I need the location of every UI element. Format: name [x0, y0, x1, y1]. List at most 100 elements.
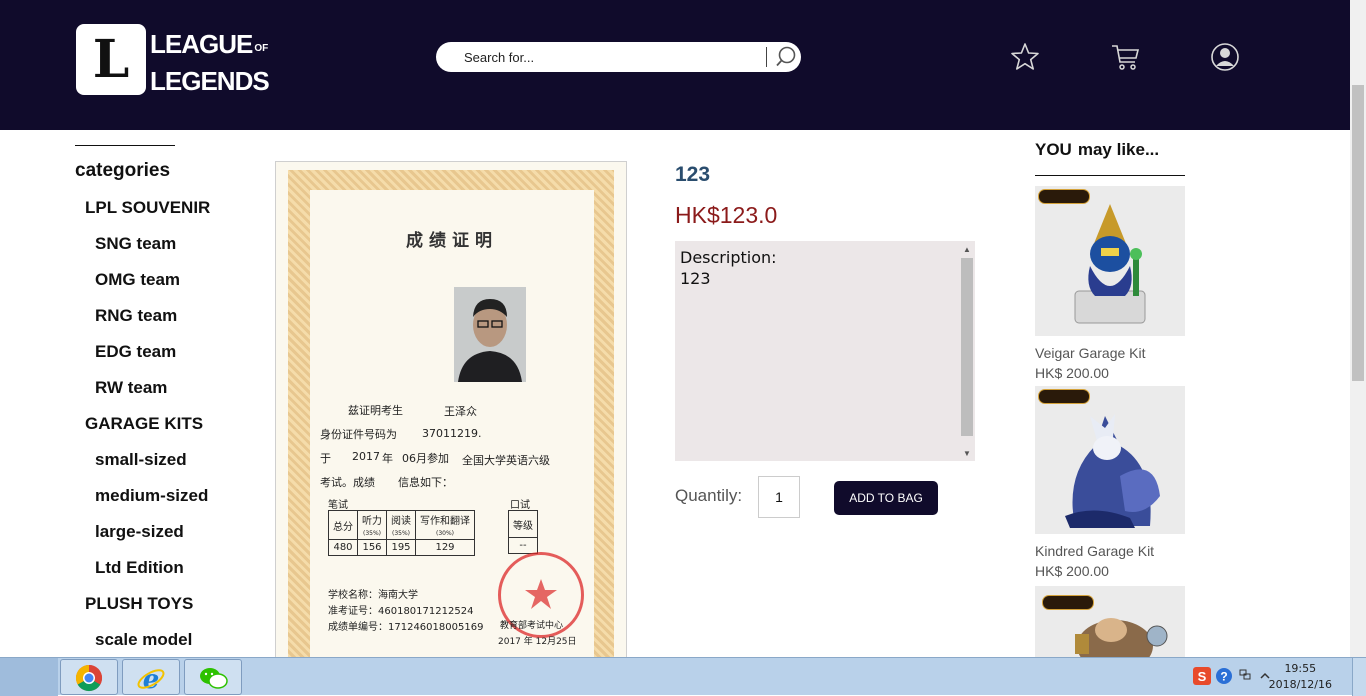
- network-icon[interactable]: [1238, 667, 1252, 685]
- cert-line3-a: 于: [320, 452, 331, 465]
- star-icon[interactable]: [1010, 42, 1040, 72]
- taskbar-app-chrome[interactable]: [60, 659, 118, 695]
- cert-report-number: 成绩单编号：171246018005169: [328, 622, 484, 633]
- show-desktop-button[interactable]: [1352, 658, 1366, 696]
- description-scrollbar[interactable]: ▲ ▼: [959, 241, 975, 461]
- svg-text:S: S: [1198, 669, 1207, 684]
- recommended-product[interactable]: Veigar Garage Kit HK$ 200.00: [1035, 186, 1185, 383]
- cert-line4: 考试。成绩: [320, 476, 375, 489]
- cert-school: 学校名称：海南大学: [328, 590, 418, 601]
- search-icon[interactable]: [774, 45, 798, 69]
- description-body: 123: [680, 269, 711, 288]
- description-scroll-thumb[interactable]: [961, 258, 973, 436]
- taskbar-app-wechat[interactable]: [184, 659, 242, 695]
- recommended-product-image[interactable]: [1035, 386, 1185, 534]
- logo-wordmark: LEAGUE OF LEGENDS: [150, 28, 270, 97]
- sidebar-item-sng-team[interactable]: SNG team: [95, 234, 176, 254]
- scroll-up-arrow-icon[interactable]: ▲: [959, 241, 975, 257]
- logo-line1: LEAGUE: [150, 29, 253, 59]
- sidebar-item-medium-sized[interactable]: medium-sized: [95, 486, 208, 506]
- sogou-input-icon[interactable]: S: [1193, 667, 1211, 685]
- sidebar-item-garage-kits[interactable]: GARAGE KITS: [85, 414, 203, 434]
- sidebar-item-lpl-souvenir[interactable]: LPL SOUVENIR: [85, 198, 210, 218]
- score-total: 480: [328, 539, 358, 556]
- candidate-photo: [454, 287, 526, 382]
- cert-month: 06月参加: [402, 452, 449, 465]
- cert-candidate-name: 王泽众: [444, 405, 477, 418]
- sidebar-divider: [75, 145, 175, 146]
- oral-table: 等级 --: [508, 510, 538, 554]
- product-price: HK$123.0: [675, 202, 778, 228]
- sidebar-item-omg-team[interactable]: OMG team: [95, 270, 180, 290]
- add-to-bag-button[interactable]: ADD TO BAG: [834, 481, 938, 515]
- recommendations-title: YOU may like...: [1035, 140, 1159, 160]
- help-icon[interactable]: ?: [1215, 667, 1233, 685]
- site-logo[interactable]: L LEAGUE OF LEGENDS: [76, 24, 270, 96]
- user-icon[interactable]: [1210, 42, 1240, 72]
- score-table: 总分 听力 (35%) 阅读 (35%) 写作和翻译 (30%) 480 156 19…: [328, 510, 475, 556]
- search-input[interactable]: [464, 47, 764, 67]
- start-area[interactable]: [0, 658, 58, 696]
- search-bar: [436, 42, 801, 72]
- internet-explorer-icon: e: [137, 665, 165, 693]
- certificate-title: 成绩证明: [406, 231, 498, 251]
- oral-header: 等级: [508, 510, 538, 538]
- recommended-product-price: HK$ 200.00: [1035, 563, 1109, 579]
- logo-emblem: L: [76, 24, 146, 95]
- recommended-product-name[interactable]: Veigar Garage Kit: [1035, 343, 1185, 363]
- cert-issuer: 教育部考试中心: [500, 621, 564, 631]
- quantity-label: Quantily:: [675, 486, 743, 505]
- score-header: 听力 (35%): [357, 510, 387, 540]
- cart-icon[interactable]: [1110, 42, 1140, 72]
- sidebar-item-small-sized[interactable]: small-sized: [95, 450, 187, 470]
- quantity-input[interactable]: [758, 476, 800, 518]
- recommendations-title-b: may like...: [1077, 140, 1160, 159]
- cert-line4-b: 信息如下：: [398, 476, 453, 489]
- description-label: Description:: [680, 248, 777, 267]
- sidebar-item-rw-team[interactable]: RW team: [95, 378, 167, 398]
- sidebar-item-plush-toys[interactable]: PLUSH TOYS: [85, 594, 193, 614]
- cert-id-number: 37011219.: [422, 427, 482, 440]
- chrome-icon: [75, 664, 103, 692]
- score-listening: 156: [357, 539, 387, 556]
- cert-ticket: 准考证号：460180171212524: [328, 606, 474, 617]
- page-scrollbar-thumb[interactable]: [1352, 85, 1364, 381]
- logo-of: OF: [254, 43, 269, 54]
- sidebar-item-rng-team[interactable]: RNG team: [95, 306, 177, 326]
- product-image[interactable]: 成绩证明 兹证明考生 王泽众 身份证件号码为 37011219. 于 2017 …: [275, 161, 627, 661]
- search-divider: [766, 47, 767, 67]
- sidebar-item-scale-model[interactable]: scale model: [95, 630, 192, 650]
- page-scrollbar[interactable]: [1350, 0, 1366, 657]
- recommended-product[interactable]: Kindred Garage Kit HK$ 200.00: [1035, 386, 1185, 581]
- recommendations-title-a: YOU: [1035, 140, 1072, 159]
- recommended-product[interactable]: [1035, 586, 1185, 657]
- logo-line2: LEGENDS: [150, 66, 270, 96]
- cert-line1-prefix: 兹证明考生: [348, 404, 403, 417]
- recommended-product-name[interactable]: Kindred Garage Kit: [1035, 541, 1185, 561]
- description-box[interactable]: Description: 123 ▲ ▼: [675, 241, 975, 461]
- clock-date: 2018/12/16: [1268, 678, 1332, 691]
- score-header: 总分: [328, 510, 358, 540]
- sidebar-item-large-sized[interactable]: large-sized: [95, 522, 184, 542]
- logo-letter: L: [92, 28, 130, 90]
- wechat-icon: [200, 668, 228, 689]
- recommended-product-price: HK$ 200.00: [1035, 365, 1109, 381]
- cert-line2-prefix: 身份证件号码为: [320, 428, 397, 441]
- score-header: 阅读 (35%): [386, 510, 416, 540]
- system-clock[interactable]: 19:55 2018/12/16: [1269, 661, 1332, 693]
- score-writing: 129: [415, 539, 475, 556]
- clock-time: 19:55: [1284, 662, 1317, 675]
- windows-taskbar: e S ? 19:55 2018/12/16: [0, 657, 1366, 696]
- taskbar-app-ie[interactable]: e: [122, 659, 180, 695]
- svg-text:?: ?: [1220, 670, 1227, 684]
- recommended-product-image[interactable]: [1035, 186, 1185, 336]
- recommended-product-image[interactable]: [1035, 586, 1185, 657]
- sidebar-item-ltd-edition[interactable]: Ltd Edition: [95, 558, 184, 578]
- description-text: Description: 123: [680, 247, 955, 289]
- sidebar-item-edg-team[interactable]: EDG team: [95, 342, 176, 362]
- score-reading: 195: [386, 539, 416, 556]
- cert-issue-date: 2017 年 12月25日: [498, 637, 577, 647]
- certificate-document: 成绩证明 兹证明考生 王泽众 身份证件号码为 37011219. 于 2017 …: [310, 190, 594, 660]
- cert-exam-name: 全国大学英语六级: [462, 454, 550, 467]
- scroll-down-arrow-icon[interactable]: ▼: [959, 445, 975, 461]
